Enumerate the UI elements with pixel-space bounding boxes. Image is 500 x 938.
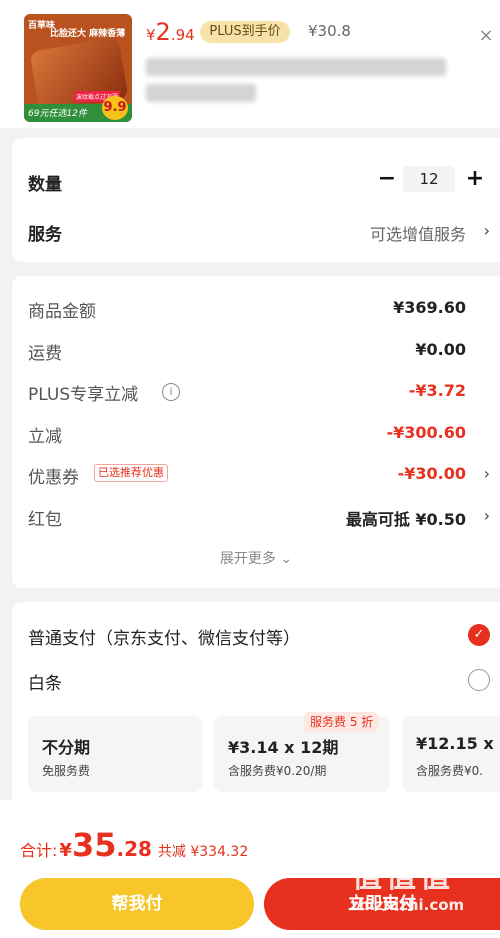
- quantity-service-card: 数量 − + 服务 可选增值服务 ›: [12, 138, 500, 262]
- watermark-logo: 值值值: [352, 860, 454, 895]
- total-integer: 35: [71, 826, 117, 864]
- installment-sub: 含服务费¥0.20/期: [228, 764, 327, 778]
- summary-label-shipping: 运费: [28, 344, 62, 364]
- summary-label-red-packet: 红包: [28, 510, 62, 530]
- price-decimal: .94: [170, 26, 195, 44]
- payment-normal-label: 普通支付（京东支付、微信支付等）: [28, 629, 300, 649]
- original-price: ¥30.8: [308, 22, 351, 40]
- total-discount: 共减 ¥334.32: [157, 844, 249, 860]
- price-summary-card: 商品金额 ¥369.60 运费 ¥0.00 PLUS专享立减 i -¥3.72 …: [12, 276, 500, 588]
- plus-price-tag: PLUS到手价: [200, 21, 290, 43]
- checkout-bar: 合计: ¥ 35 .28 共减 ¥334.32 帮我付 立即支付 值值值: [0, 800, 500, 938]
- installment-title: ¥3.14 x 12期: [228, 738, 339, 757]
- payment-card: 普通支付（京东支付、微信支付等） ✓ 白条 不分期 免服务费 ¥3.14 x 1…: [12, 602, 500, 800]
- product-promo-text: 69元任选12件: [28, 109, 87, 119]
- service-label: 服务: [28, 225, 62, 245]
- chevron-right-icon: ›: [483, 221, 490, 240]
- radio-icon[interactable]: [468, 669, 490, 691]
- quantity-label: 数量: [28, 175, 62, 195]
- checkmark-icon[interactable]: ✓: [468, 624, 490, 646]
- service-fee-discount-badge: 服务费 5 折: [304, 712, 380, 732]
- summary-value-coupon: -¥30.00: [397, 464, 466, 483]
- blurred-product-title-line2: [146, 84, 256, 102]
- product-price: ¥ 2 .94: [146, 18, 195, 46]
- watermark-url: zhizhizhi.com: [350, 896, 465, 914]
- summary-label-plus-discount: PLUS专享立减: [28, 385, 139, 405]
- summary-label-goods: 商品金额: [28, 302, 96, 322]
- summary-value-goods: ¥369.60: [393, 298, 466, 317]
- product-thumbnail: 百草味 比脸还大 麻辣香薄 波纹截点过深薄 69元任选12件 9.9: [24, 14, 132, 122]
- quantity-minus-button[interactable]: −: [376, 168, 398, 190]
- summary-label-discount: 立减: [28, 427, 62, 447]
- info-icon[interactable]: i: [162, 383, 180, 401]
- installment-sub: 含服务费¥0.: [416, 764, 484, 778]
- total-label: 合计:: [20, 841, 58, 860]
- help-pay-button[interactable]: 帮我付: [20, 878, 254, 930]
- close-icon[interactable]: ×: [476, 26, 496, 46]
- summary-value-shipping: ¥0.00: [415, 340, 466, 359]
- service-value: 可选增值服务: [369, 225, 466, 244]
- price-currency: ¥: [146, 26, 156, 44]
- installment-sub: 免服务费: [42, 764, 91, 778]
- quantity-input[interactable]: [403, 166, 455, 192]
- coupon-recommend-tag: 已选推荐优惠: [94, 464, 168, 482]
- product-price-badge: 9.9: [102, 96, 128, 120]
- installment-option-next[interactable]: ¥12.15 x 含服务费¥0.: [402, 716, 500, 792]
- chevron-right-icon: ›: [483, 506, 490, 525]
- summary-value-red-packet: 最高可抵 ¥0.50: [345, 510, 466, 529]
- price-integer: 2: [155, 18, 171, 46]
- total-currency: ¥: [59, 840, 72, 861]
- expand-more-button[interactable]: 展开更多 ⌄: [12, 548, 500, 568]
- installment-title: ¥12.15 x: [416, 734, 494, 753]
- summary-value-discount: -¥300.60: [386, 423, 466, 442]
- payment-baitiao-label: 白条: [28, 674, 62, 694]
- total-price: 合计: ¥ 35 .28 共减 ¥334.32: [20, 826, 248, 864]
- blurred-product-title: [146, 58, 446, 76]
- product-header: 百草味 比脸还大 麻辣香薄 波纹截点过深薄 69元任选12件 9.9 ¥ 2 .…: [0, 0, 500, 128]
- quantity-plus-button[interactable]: +: [464, 168, 486, 190]
- summary-value-plus-discount: -¥3.72: [408, 381, 466, 400]
- installment-option-none[interactable]: 不分期 免服务费: [28, 716, 202, 792]
- chevron-right-icon: ›: [483, 464, 490, 483]
- total-decimal: .28: [116, 837, 152, 861]
- product-slogan: 比脸还大 麻辣香薄: [50, 29, 126, 39]
- summary-label-coupon: 优惠券: [28, 468, 79, 488]
- installment-title: 不分期: [42, 738, 91, 757]
